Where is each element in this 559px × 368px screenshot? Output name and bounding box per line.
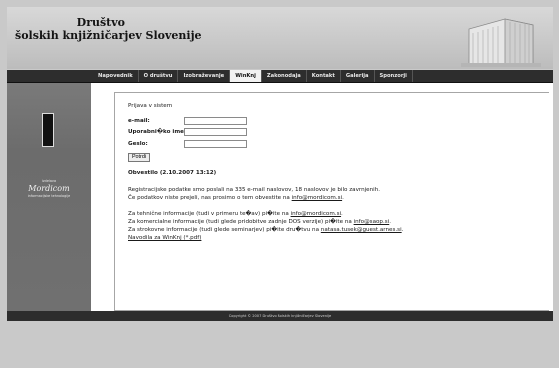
notice-line: Navodila za WinKnj (*.pdf)	[128, 235, 201, 242]
submit-button[interactable]: Potrdi	[128, 153, 150, 162]
notice-text: .	[401, 227, 404, 233]
nav-item-izobrazevanje[interactable]: Izobraževanje	[178, 70, 231, 82]
email-label: e-mail:	[128, 118, 150, 124]
notice-text: Za tehnične informacije (tudi v primeru …	[128, 211, 291, 217]
notice-line: Če podatkov niste prejeli, nas prosimo o…	[128, 195, 344, 202]
notice-line: Registracijske podatke smo poslali na 33…	[128, 187, 381, 193]
mordicom-logo[interactable]: Mordicom	[19, 184, 79, 193]
notice-line: Za komercialne informacije (tudi glede p…	[128, 219, 391, 226]
login-heading: Prijava v sistem	[128, 103, 173, 109]
nav-item-winknj[interactable]: WinKnj	[230, 70, 262, 82]
notice-line: Za tehnične informacije (tudi v primeru …	[128, 211, 343, 218]
footer: Copyright © 2007 Društvo šolskih knjižni…	[7, 311, 553, 321]
email-link-natasa[interactable]: natasa.tusek@guest.arnes.si	[321, 227, 402, 233]
nav-item-kontakt[interactable]: Kontakt	[307, 70, 341, 82]
email-link-saop[interactable]: info@saop.si	[354, 219, 390, 225]
building-illustration	[461, 18, 541, 67]
username-label: Uporabni�ko ime:	[128, 129, 187, 135]
username-field[interactable]	[184, 128, 247, 136]
email-link-mordicom-tech[interactable]: info@mordicom.si	[291, 211, 341, 217]
notice-title: Obvestilo (2.10.2007 13:12)	[128, 170, 217, 176]
email-field[interactable]	[184, 117, 247, 125]
password-field[interactable]	[184, 140, 247, 148]
nav-item-o-drustvu[interactable]: O društvu	[139, 70, 179, 82]
notice-text: Za komercialne informacije (tudi glede p…	[128, 219, 354, 225]
notice-text: Za strokovne informacije (tudi glede sem…	[128, 227, 321, 233]
site-title-line2: šolskih knjižničarjev Slovenije	[15, 29, 202, 42]
notice-line: Za strokovne informacije (tudi glede sem…	[128, 227, 403, 234]
header: Društvo šolskih knjižničarjev Slovenije	[7, 7, 553, 69]
notice-text: .	[341, 211, 343, 217]
site-title[interactable]: Društvo šolskih knjižničarjev Slovenije	[15, 16, 215, 42]
nav-item-napovednik[interactable]: Napovednik	[93, 70, 139, 82]
notice-text: .	[389, 219, 392, 225]
nav-item-zakonodaja[interactable]: Zakonodaja	[262, 70, 307, 82]
footer-copyright: Copyright © 2007 Društvo šolskih knjižni…	[228, 314, 332, 318]
notice-text: .	[342, 195, 344, 201]
main-nav: Napovednik O društvu Izobraževanje WinKn…	[7, 70, 553, 83]
sidebar: izdelava Mordicom informacijske tehnolog…	[7, 83, 91, 311]
sidebar-subcaption: informacijske tehnologije	[27, 194, 71, 198]
email-link-mordicom[interactable]: info@mordicom.si	[292, 195, 342, 201]
site-title-line1: Društvo	[76, 16, 125, 29]
nav-item-sponzorji[interactable]: Sponzorji	[375, 70, 413, 82]
notice-text: Če podatkov niste prejeli, nas prosimo o…	[128, 195, 292, 201]
password-label: Geslo:	[128, 141, 148, 147]
sidebar-image	[42, 113, 54, 147]
manual-pdf-link[interactable]: Navodila za WinKnj (*.pdf)	[128, 235, 201, 241]
nav-item-galerija[interactable]: Galerija	[341, 70, 375, 82]
